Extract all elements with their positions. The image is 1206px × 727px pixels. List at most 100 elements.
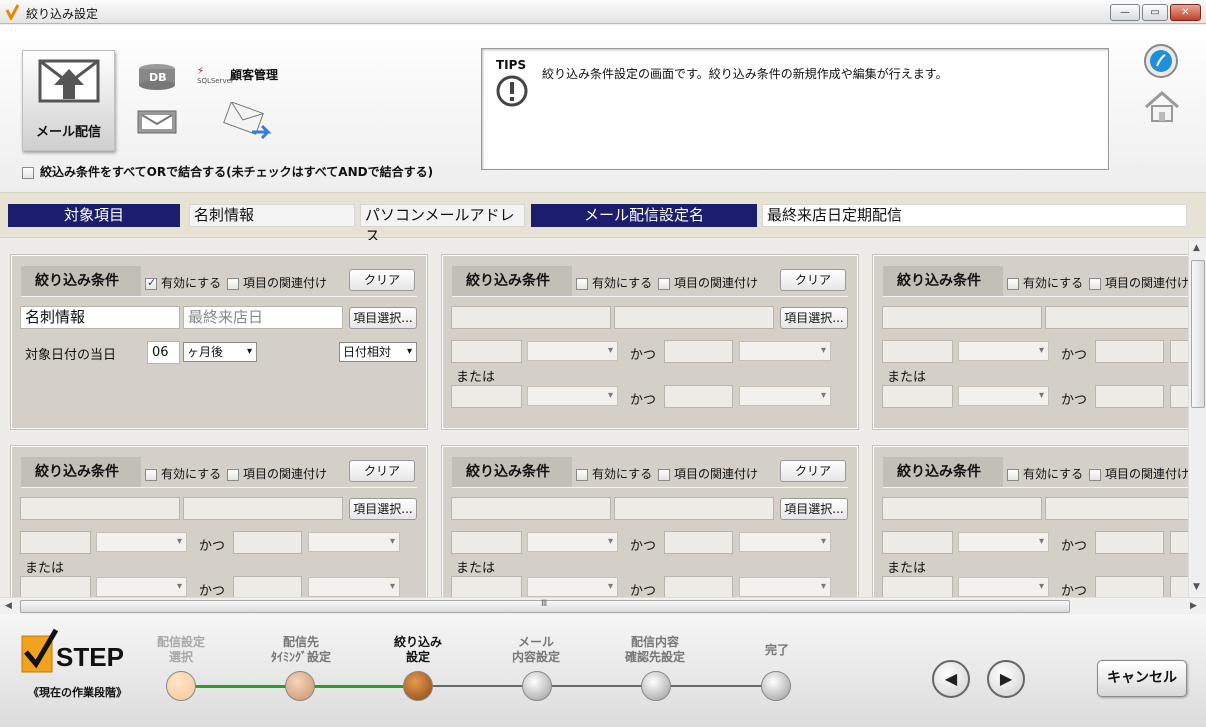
value-input[interactable]: [664, 340, 733, 363]
enable-checkbox[interactable]: [145, 276, 157, 290]
value-input[interactable]: [1170, 576, 1188, 597]
clear-button[interactable]: クリア: [780, 460, 846, 482]
or-combine-option[interactable]: 絞込み条件をすべてORで結合する(未チェックはすべてANDで結合する): [22, 163, 433, 180]
field-input[interactable]: 最終来店日: [183, 306, 343, 329]
clear-button[interactable]: クリア: [349, 269, 415, 291]
mode-dropdown[interactable]: 日付相対: [339, 342, 417, 362]
horizontal-scroll-thumb[interactable]: Ⅲ: [20, 599, 1070, 613]
unit-dropdown[interactable]: ヶ月後: [183, 342, 257, 362]
horizontal-scrollbar[interactable]: ◀ Ⅲ ▶: [0, 597, 1206, 614]
value-input[interactable]: [451, 340, 522, 363]
operator-dropdown[interactable]: [308, 532, 400, 552]
value-input[interactable]: [664, 576, 733, 597]
operator-dropdown[interactable]: [308, 577, 400, 597]
clear-button[interactable]: クリア: [780, 269, 846, 291]
value-input[interactable]: [20, 531, 91, 554]
value-input[interactable]: [451, 576, 522, 597]
value-input[interactable]: [1095, 531, 1164, 554]
operator-dropdown[interactable]: [958, 386, 1049, 406]
scroll-left-icon[interactable]: ◀: [5, 601, 12, 611]
cancel-button[interactable]: キャンセル: [1097, 660, 1187, 697]
mail-delivery-button[interactable]: メール配信: [22, 50, 115, 151]
operator-dropdown[interactable]: [958, 532, 1049, 552]
scroll-up-icon[interactable]: ▲: [1193, 243, 1200, 253]
operator-dropdown[interactable]: [527, 532, 618, 552]
value-input[interactable]: [1095, 385, 1164, 408]
field-input[interactable]: [614, 497, 774, 520]
link-checkbox[interactable]: [1089, 277, 1101, 290]
home-icon[interactable]: [1143, 89, 1181, 125]
minimize-button[interactable]: —: [1110, 4, 1140, 21]
operator-dropdown[interactable]: [739, 341, 831, 361]
link-option[interactable]: 項目の関連付け: [227, 274, 327, 291]
enable-checkbox[interactable]: [145, 468, 157, 481]
operator-dropdown[interactable]: [96, 577, 187, 597]
field-input[interactable]: [451, 497, 611, 520]
operator-dropdown[interactable]: [739, 532, 831, 552]
value-input[interactable]: [1095, 576, 1164, 597]
value-input[interactable]: [664, 385, 733, 408]
vertical-scroll-thumb[interactable]: [1191, 260, 1205, 408]
enable-option[interactable]: 有効にする: [1007, 465, 1083, 482]
mail-icon[interactable]: [137, 110, 177, 134]
clear-button[interactable]: クリア: [349, 460, 415, 482]
link-checkbox[interactable]: [227, 468, 239, 481]
link-option[interactable]: 項目の関連付け: [658, 274, 758, 291]
field-input[interactable]: 名刺情報: [20, 306, 180, 329]
enable-option[interactable]: 有効にする: [576, 274, 652, 291]
value-input[interactable]: [1095, 340, 1164, 363]
field-input[interactable]: [1045, 497, 1188, 520]
number-input[interactable]: 06: [147, 341, 180, 364]
field-input[interactable]: [451, 306, 611, 329]
enable-option[interactable]: 有効にする: [576, 465, 652, 482]
link-option[interactable]: 項目の関連付け: [658, 465, 758, 482]
link-checkbox[interactable]: [658, 277, 670, 290]
enable-option[interactable]: 有効にする: [1007, 274, 1083, 291]
scroll-down-icon[interactable]: ▼: [1193, 582, 1200, 592]
enable-checkbox[interactable]: [1007, 468, 1019, 481]
value-input[interactable]: [882, 385, 953, 408]
maximize-button[interactable]: ▭: [1142, 4, 1168, 21]
value-input[interactable]: [451, 385, 522, 408]
value-input[interactable]: [1170, 385, 1188, 408]
link-option[interactable]: 項目の関連付け: [227, 465, 327, 482]
close-button[interactable]: ✕: [1170, 4, 1201, 21]
field-input[interactable]: [1045, 306, 1188, 329]
value-input[interactable]: [451, 531, 522, 554]
vertical-scrollbar[interactable]: ▲ ▼: [1188, 240, 1206, 597]
db-icon[interactable]: DB: [137, 63, 177, 91]
operator-dropdown[interactable]: [527, 341, 618, 361]
field-input[interactable]: [20, 497, 180, 520]
value-input[interactable]: [664, 531, 733, 554]
select-item-button[interactable]: 項目選択...: [349, 307, 417, 329]
operator-dropdown[interactable]: [739, 577, 831, 597]
enable-checkbox[interactable]: [1007, 277, 1019, 290]
operator-dropdown[interactable]: [958, 341, 1049, 361]
select-item-button[interactable]: 項目選択...: [349, 498, 417, 520]
enable-option[interactable]: 有効にする: [145, 274, 221, 291]
value-input[interactable]: [882, 531, 953, 554]
field-input[interactable]: [882, 306, 1042, 329]
enable-checkbox[interactable]: [576, 277, 588, 290]
select-item-button[interactable]: 項目選択...: [780, 498, 848, 520]
link-checkbox[interactable]: [1089, 468, 1101, 481]
help-icon[interactable]: [1143, 43, 1179, 79]
field-input[interactable]: [183, 497, 343, 520]
link-checkbox[interactable]: [658, 468, 670, 481]
value-input[interactable]: [1170, 531, 1188, 554]
link-option[interactable]: 項目の関連付け: [1089, 465, 1188, 482]
value-input[interactable]: [233, 531, 302, 554]
enable-option[interactable]: 有効にする: [145, 465, 221, 482]
value-input[interactable]: [882, 340, 953, 363]
field-input[interactable]: [614, 306, 774, 329]
value-input[interactable]: [1170, 340, 1188, 363]
send-mail-icon[interactable]: [222, 102, 272, 142]
operator-dropdown[interactable]: [739, 386, 831, 406]
operator-dropdown[interactable]: [527, 386, 618, 406]
value-input[interactable]: [882, 576, 953, 597]
or-combine-checkbox[interactable]: [22, 166, 34, 179]
value-input[interactable]: [20, 576, 91, 597]
operator-dropdown[interactable]: [96, 532, 187, 552]
scroll-right-icon[interactable]: ▶: [1190, 601, 1197, 611]
link-checkbox[interactable]: [227, 277, 239, 290]
